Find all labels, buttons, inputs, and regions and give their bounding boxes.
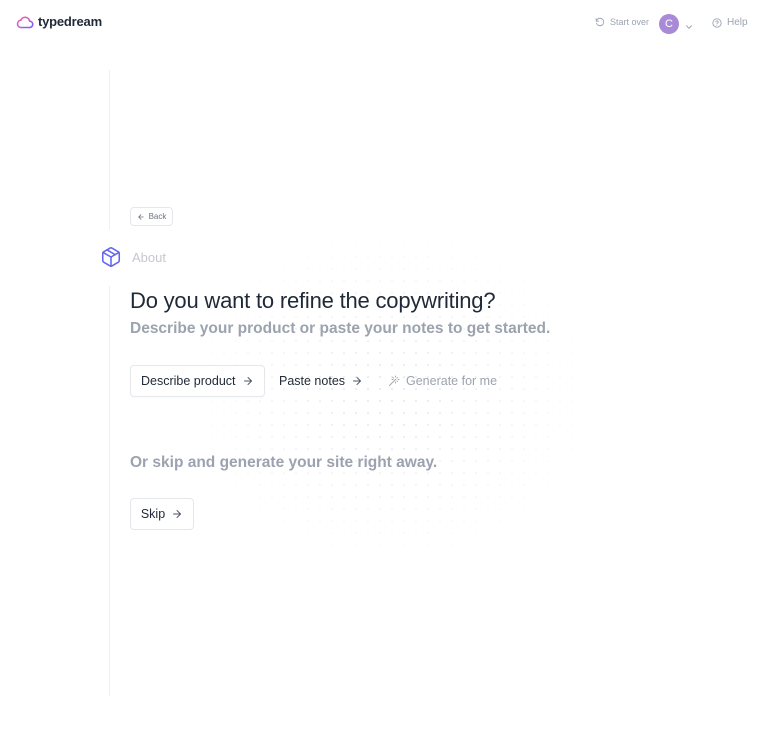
describe-product-button[interactable]: Describe product bbox=[130, 365, 265, 397]
cloud-logo-icon bbox=[16, 16, 34, 28]
logo-text: typedream bbox=[38, 14, 102, 29]
section-header: About bbox=[100, 246, 166, 268]
avatar[interactable]: C bbox=[659, 14, 679, 34]
skip-label: Skip bbox=[140, 507, 166, 521]
paste-notes-button[interactable]: Paste notes bbox=[279, 365, 363, 397]
rotate-ccw-icon bbox=[595, 17, 605, 27]
describe-product-label: Describe product bbox=[141, 374, 236, 388]
skip-prompt: Or skip and generate your site right awa… bbox=[130, 454, 438, 471]
page-subtitle: Describe your product or paste your note… bbox=[130, 320, 551, 337]
help-label: Help bbox=[727, 17, 748, 28]
page-title: Do you want to refine the copywriting? bbox=[130, 288, 496, 313]
arrow-right-icon bbox=[353, 377, 361, 385]
top-bar: typedream Start over C Help bbox=[0, 0, 768, 48]
magic-wand-icon bbox=[389, 375, 400, 386]
arrow-left-icon bbox=[137, 213, 144, 220]
section-label: About bbox=[132, 249, 166, 265]
start-over-label: Start over bbox=[610, 17, 650, 27]
timeline-line-top bbox=[109, 70, 110, 230]
paste-notes-label: Paste notes bbox=[279, 374, 346, 388]
logo[interactable]: typedream bbox=[16, 14, 102, 29]
timeline-line-bottom bbox=[109, 286, 110, 696]
box-icon bbox=[101, 247, 121, 267]
generate-for-me-label: Generate for me bbox=[406, 374, 498, 388]
arrow-right-icon bbox=[173, 510, 182, 518]
chevron-down-icon bbox=[686, 25, 692, 29]
help-button[interactable]: Help bbox=[712, 17, 748, 28]
skip-button[interactable]: Skip bbox=[130, 498, 194, 530]
help-circle-icon bbox=[712, 17, 722, 28]
generate-for-me-button[interactable]: Generate for me bbox=[388, 365, 497, 397]
arrow-right-icon bbox=[243, 377, 252, 385]
back-button[interactable]: Back bbox=[130, 207, 173, 226]
start-over-button[interactable]: Start over bbox=[595, 17, 649, 27]
back-label: Back bbox=[148, 212, 167, 221]
avatar-menu-toggle[interactable] bbox=[684, 19, 694, 37]
